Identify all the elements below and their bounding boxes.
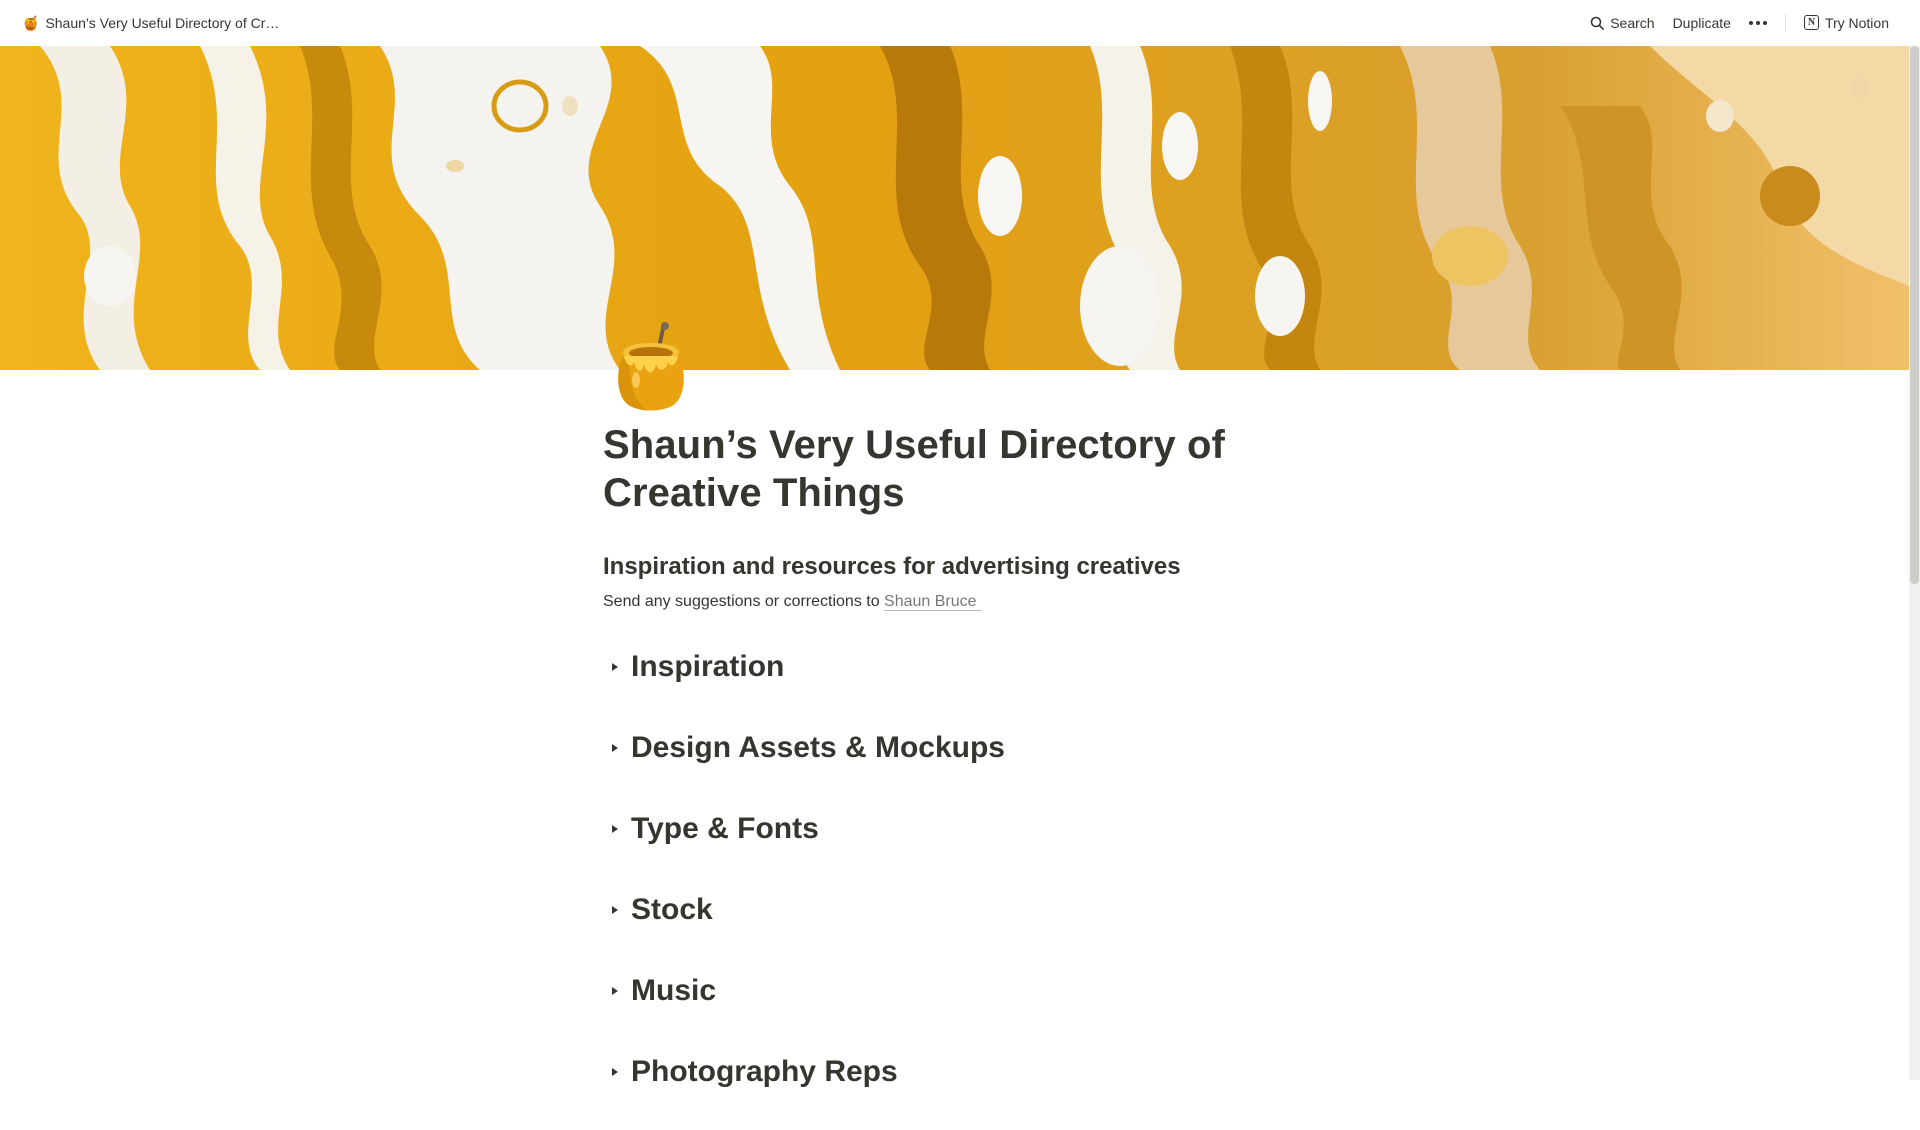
toggle-inspiration[interactable]: Inspiration: [603, 644, 1311, 689]
page-content: Shaun’s Very Useful Directory of Creativ…: [603, 416, 1311, 1130]
page-title: Shaun’s Very Useful Directory of Creativ…: [603, 423, 1225, 515]
page-subtitle: Inspiration and resources for advertisin…: [603, 553, 1181, 580]
top-bar: 🍯 Shaun’s Very Useful Directory of Cr… S…: [0, 0, 1909, 45]
honey-pot-icon[interactable]: [612, 322, 690, 412]
toggle-heading: Photography Reps: [631, 1054, 898, 1088]
search-button[interactable]: Search: [1582, 9, 1662, 37]
try-notion-label: Try Notion: [1824, 14, 1889, 31]
toggle-heading: Stock: [631, 892, 713, 926]
topbar-divider: [1784, 13, 1786, 32]
toggle-heading: Music: [631, 973, 717, 1007]
toggle-heading: Inspiration: [631, 649, 785, 683]
contact-link[interactable]: Shaun Bruce: [884, 593, 981, 611]
duplicate-label: Duplicate: [1672, 14, 1731, 31]
contact-paragraph: Send any suggestions or corrections to S…: [603, 590, 1311, 614]
duplicate-button[interactable]: Duplicate: [1665, 9, 1739, 37]
toggle-arrow-icon[interactable]: [603, 817, 627, 841]
search-icon: [1590, 16, 1605, 30]
contact-text: Send any suggestions or corrections to: [603, 593, 885, 610]
toggle-type-fonts[interactable]: Type & Fonts: [603, 806, 1311, 851]
toggle-arrow-icon[interactable]: [603, 898, 627, 922]
toggle-arrow-icon[interactable]: [603, 655, 627, 679]
search-label: Search: [1610, 14, 1655, 31]
toggle-list: Inspiration Design Assets & Mockups Type…: [603, 644, 1311, 1094]
page-emoji-icon: 🍯: [22, 14, 40, 31]
toggle-photography-reps[interactable]: Photography Reps: [603, 1049, 1311, 1094]
toggle-arrow-icon[interactable]: [603, 979, 627, 1003]
breadcrumb-title: Shaun’s Very Useful Directory of Cr…: [45, 14, 280, 31]
cover-image: [0, 46, 1909, 370]
breadcrumb[interactable]: 🍯 Shaun’s Very Useful Directory of Cr…: [18, 9, 283, 37]
toggle-heading: Design Assets & Mockups: [631, 730, 1005, 764]
notion-logo-icon: N: [1803, 15, 1819, 30]
toggle-arrow-icon[interactable]: [603, 736, 627, 760]
topbar-actions: Search Duplicate N Try Notion: [1582, 9, 1897, 37]
toggle-music[interactable]: Music: [603, 968, 1311, 1013]
more-options-icon[interactable]: [1741, 9, 1775, 37]
toggle-heading: Type & Fonts: [631, 811, 819, 845]
toggle-design-assets[interactable]: Design Assets & Mockups: [603, 725, 1311, 770]
try-notion-button[interactable]: N Try Notion: [1796, 9, 1897, 37]
scrollbar-thumb[interactable]: [1910, 46, 1919, 584]
toggle-stock[interactable]: Stock: [603, 887, 1311, 932]
